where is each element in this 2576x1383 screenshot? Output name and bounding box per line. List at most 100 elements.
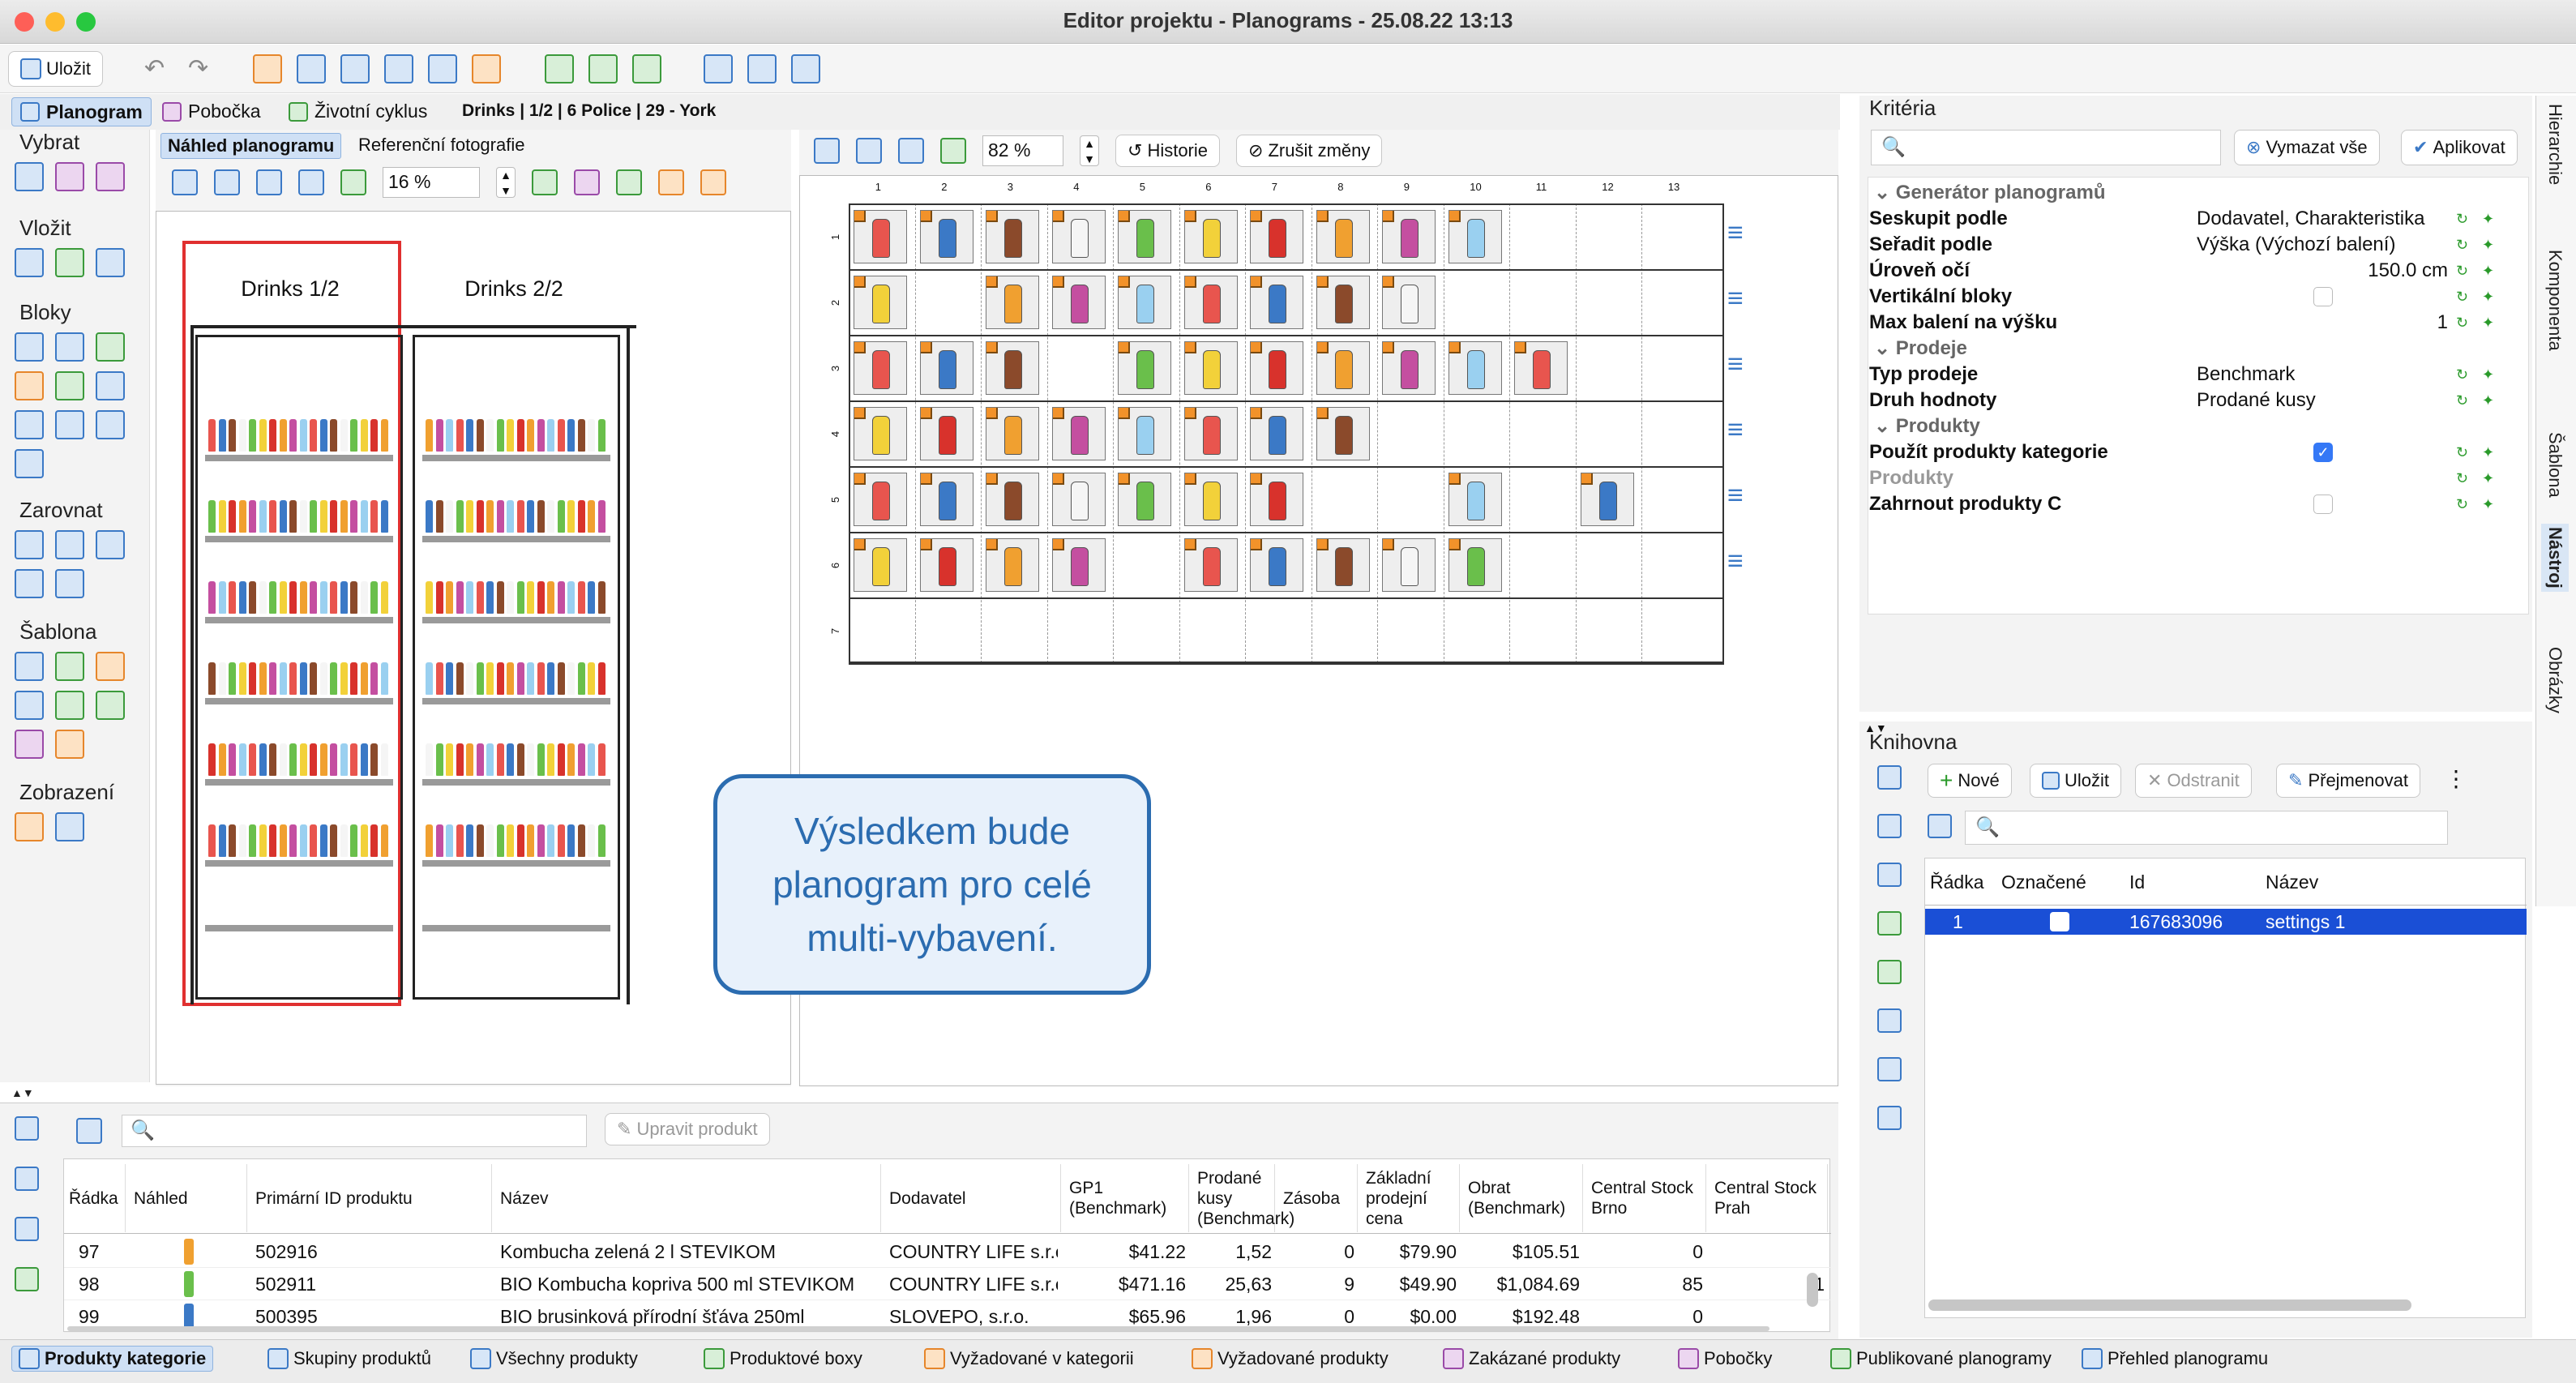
product-slot[interactable] <box>1183 276 1238 329</box>
slot-handle[interactable] <box>1184 473 1196 485</box>
bottom-tab[interactable]: Pobočky <box>1678 1348 1772 1369</box>
product-slot[interactable] <box>986 407 1039 460</box>
tab-lifecycle[interactable]: Životní cyklus <box>289 101 427 122</box>
column-header[interactable]: Název <box>500 1164 881 1232</box>
slot-handle[interactable] <box>1383 276 1394 288</box>
slot-handle[interactable] <box>1184 408 1196 419</box>
product-slot[interactable] <box>854 276 907 329</box>
shelf-menu-icon[interactable]: ≡ <box>1727 416 1744 443</box>
copy-icon[interactable] <box>1877 814 1902 838</box>
reset-icon[interactable]: ↻ <box>2456 444 2468 461</box>
criteria-checkbox[interactable] <box>2313 495 2333 514</box>
product-slot[interactable] <box>986 341 1039 395</box>
slot-handle[interactable] <box>1119 408 1130 419</box>
library-save-button[interactable]: Uložit <box>2030 764 2122 798</box>
tab-reference-photos[interactable]: Referenční fotografie <box>358 135 524 156</box>
pin-icon[interactable]: ✦ <box>2482 470 2494 487</box>
pin-icon[interactable]: ✦ <box>2482 263 2494 280</box>
block-merge-icon[interactable] <box>96 410 125 439</box>
pin-icon[interactable]: ✦ <box>2482 289 2494 306</box>
excel-export-icon[interactable] <box>1877 960 1902 984</box>
product-slot[interactable] <box>1051 210 1106 263</box>
slot-handle[interactable] <box>1251 539 1262 550</box>
side-tab-images[interactable]: Obrázky <box>2544 647 2565 713</box>
product-slot[interactable] <box>1118 341 1171 395</box>
hierarchy-icon[interactable] <box>747 54 777 83</box>
view-list-icon[interactable] <box>55 812 84 841</box>
template-icon[interactable] <box>15 652 44 681</box>
shelf-menu-icon[interactable]: ≡ <box>1727 285 1744 312</box>
product-slot[interactable] <box>1316 276 1370 329</box>
library-row[interactable]: 1 167683096 settings 1 <box>1925 909 2527 935</box>
checklist-icon[interactable] <box>1877 765 1902 790</box>
library-search-input[interactable]: 🔍 <box>1965 811 2448 845</box>
grid-view-icon[interactable] <box>340 54 370 83</box>
block-move-icon[interactable] <box>15 371 44 400</box>
criteria-checkbox[interactable]: ✓ <box>2313 443 2333 462</box>
criteria-value[interactable]: Dodavatel, Charakteristika <box>2197 206 2424 232</box>
slot-handle[interactable] <box>854 408 866 419</box>
bottom-tab[interactable]: Vyžadované v kategorii <box>924 1348 1134 1369</box>
product-slot[interactable] <box>1448 538 1502 592</box>
slot-handle[interactable] <box>1251 473 1262 485</box>
pick-icon[interactable] <box>15 1267 39 1291</box>
transfer-icon[interactable] <box>1877 1057 1902 1081</box>
slot-handle[interactable] <box>1251 342 1262 353</box>
product-slot[interactable] <box>1382 538 1436 592</box>
reset-icon[interactable]: ↻ <box>2456 392 2468 409</box>
copy-icon[interactable] <box>15 1167 39 1191</box>
splitter-arrows[interactable]: ▲▼ <box>11 1086 34 1099</box>
criteria-group[interactable]: ⌄ Produkty <box>1874 413 1980 439</box>
column-header[interactable]: Central Stock Brno <box>1591 1164 1706 1232</box>
column-header[interactable]: Central Stock Prah <box>1714 1164 1828 1232</box>
pin-icon[interactable]: ✦ <box>2482 366 2494 383</box>
slot-handle[interactable] <box>1052 539 1064 550</box>
slot-handle[interactable] <box>1119 276 1130 288</box>
column-header[interactable]: Dodavatel <box>889 1164 1061 1232</box>
product-slot[interactable] <box>1183 341 1238 395</box>
edit-icon[interactable] <box>574 169 600 195</box>
slot-handle[interactable] <box>1515 342 1526 353</box>
slot-handle[interactable] <box>1052 408 1064 419</box>
slot-handle[interactable] <box>1383 539 1394 550</box>
bottom-tab[interactable]: Skupiny produktů <box>267 1348 431 1369</box>
slot-handle[interactable] <box>854 473 866 485</box>
criteria-value[interactable]: Prodané kusy <box>2197 387 2316 413</box>
pin-icon[interactable]: ✦ <box>2482 237 2494 254</box>
zoom-in-icon[interactable] <box>814 138 840 164</box>
product-slot[interactable] <box>986 210 1039 263</box>
horizontal-scrollbar[interactable] <box>1928 1300 2411 1311</box>
product-slot[interactable] <box>1250 210 1303 263</box>
template-triangle-icon[interactable] <box>55 730 84 759</box>
rename-button[interactable]: ✎ Přejmenovat <box>2276 764 2420 798</box>
new-button[interactable]: + Nové <box>1928 764 2012 798</box>
ruler-icon[interactable] <box>428 54 457 83</box>
slot-handle[interactable] <box>1383 211 1394 222</box>
slot-handle[interactable] <box>1316 342 1329 353</box>
flag-icon[interactable] <box>532 169 558 195</box>
slot-handle[interactable] <box>1052 473 1064 485</box>
zoom-out-icon[interactable] <box>256 169 282 195</box>
product-slot[interactable] <box>1118 473 1171 526</box>
slot-handle[interactable] <box>920 342 932 353</box>
side-tab-tool[interactable]: Nástroj <box>2541 524 2569 592</box>
slot-handle[interactable] <box>854 211 866 222</box>
slot-handle[interactable] <box>1448 342 1461 353</box>
block-cube-icon[interactable] <box>96 332 125 362</box>
pin-icon[interactable]: ✦ <box>2482 211 2494 228</box>
align-icon[interactable] <box>472 54 501 83</box>
clear-all-button[interactable]: ⊗ Vymazat vše <box>2234 130 2380 165</box>
insert-shelf-icon[interactable] <box>15 248 44 277</box>
product-slot[interactable] <box>1580 473 1634 526</box>
criteria-value[interactable]: Benchmark <box>2197 362 2295 387</box>
vertical-scrollbar[interactable] <box>1807 1273 1818 1307</box>
product-slot[interactable] <box>919 473 973 526</box>
slot-handle[interactable] <box>920 211 932 222</box>
product-slot[interactable] <box>919 341 973 395</box>
slot-handle[interactable] <box>854 342 866 353</box>
edit-product-button[interactable]: ✎ Upravit produkt <box>605 1113 770 1145</box>
product-slot[interactable] <box>1051 407 1106 460</box>
pin-icon[interactable]: ✦ <box>2482 392 2494 409</box>
align-justify-icon[interactable] <box>15 569 44 598</box>
bottom-tab[interactable]: Publikované planogramy <box>1830 1348 2052 1369</box>
